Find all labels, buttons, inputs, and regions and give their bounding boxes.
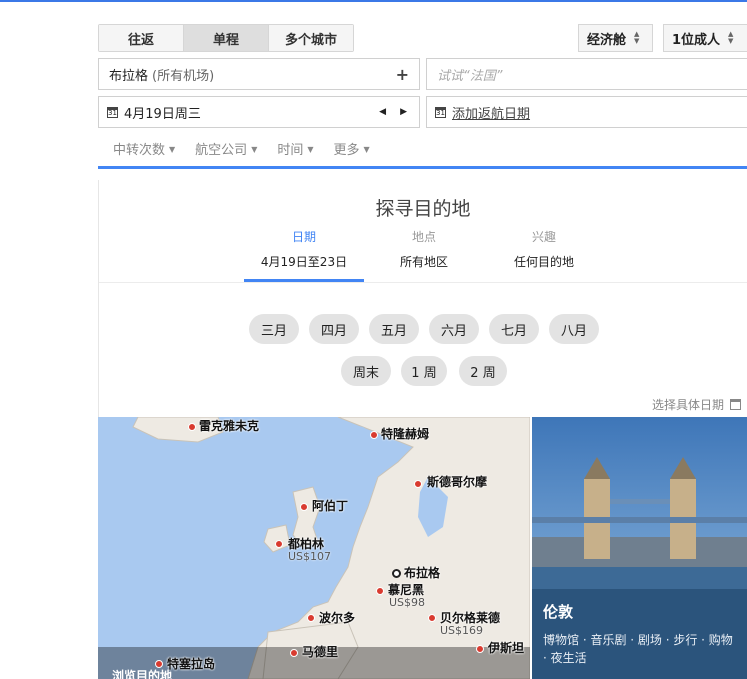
map-marker[interactable] [275,540,283,548]
cabin-class-select[interactable]: 经济舱 ▲ ▼ [578,24,653,52]
updown-arrows-icon: ▲ ▼ [634,30,640,45]
explore-title: 探寻目的地 [375,198,471,220]
origin-field[interactable]: 布拉格 (所有机场) + [98,58,420,90]
tab-divider [99,282,747,283]
duration-chip[interactable]: 2 周 [459,356,507,386]
origin-marker-icon [392,569,401,578]
chevron-down-icon: ▼ [307,145,314,154]
calendar-icon: 31 [107,106,118,118]
map-city-label[interactable]: 特塞拉岛 [167,655,215,672]
explore-panel: 探寻目的地 日期 4月19日至23日 地点 所有地区 兴趣 任何目的地 三月 四… [98,180,747,417]
add-return-date-link[interactable]: 添加返航日期 [452,103,530,122]
add-origin-plus-icon[interactable]: + [396,65,409,84]
tab-interests-label: 兴趣 [531,230,556,244]
tab-places[interactable]: 地点 所有地区 [364,228,484,270]
month-chip[interactable]: 三月 [249,314,299,344]
trip-type-selector: 往返 单程 多个城市 [98,24,354,52]
map-marker[interactable] [307,614,315,622]
next-date-icon[interactable]: ▶ [400,107,407,117]
map-marker[interactable] [414,480,422,488]
depart-date-value: 4月19日周三 [124,106,201,122]
map-city-label[interactable]: 特隆赫姆 [381,425,429,442]
month-chip[interactable]: 八月 [549,314,599,344]
results-divider [98,166,747,169]
filter-times[interactable]: 时间 ▼ [277,139,313,158]
map-origin-label: 布拉格 [404,566,441,580]
cabin-class-label: 经济舱 [587,32,627,48]
card-city-name: 伦敦 [543,603,574,621]
duration-chip[interactable]: 1 周 [401,356,447,386]
tab-places-label: 地点 [411,230,436,244]
chevron-down-icon: ▼ [363,145,370,154]
map-price-label: US$107 [288,550,332,563]
map-price-label: US$169 [440,624,484,637]
month-chip[interactable]: 五月 [369,314,419,344]
map-marker[interactable] [188,423,196,431]
map-city-label[interactable]: 波尔多 [319,609,355,626]
depart-date-field[interactable]: 31 4月19日周三 ◀ ▶ [98,96,420,128]
prev-date-icon[interactable]: ◀ [379,107,386,117]
passengers-label: 1位成人 [672,32,721,48]
month-chip[interactable]: 四月 [309,314,359,344]
map-city-label[interactable]: 斯德哥尔摩 [427,473,487,490]
map-city-label[interactable]: 雷克雅未克 [199,417,259,434]
map-marker[interactable] [476,645,484,653]
filter-stops[interactable]: 中转次数 ▼ [113,139,175,158]
filter-more[interactable]: 更多 ▼ [334,139,370,158]
origin-city: 布拉格 [109,68,149,84]
tab-dates[interactable]: 日期 4月19日至23日 [244,228,364,270]
pick-specific-dates[interactable]: 选择具体日期 [652,396,741,413]
browse-destinations-link[interactable]: 浏览目的地 [112,667,172,679]
destination-card-london[interactable]: 伦敦 博物馆 · 音乐剧 · 剧场 · 步行 · 购物 · 夜生活 [532,417,747,679]
map-city-label[interactable]: 阿伯丁 [312,497,348,514]
card-interests: 博物馆 · 音乐剧 · 剧场 · 步行 · 购物 · 夜生活 [543,633,733,665]
filter-airlines[interactable]: 航空公司 ▼ [195,139,257,158]
updown-arrows-icon: ▲ ▼ [728,30,734,45]
map-city-label[interactable]: 马德里 [302,643,338,660]
origin-detail: (所有机场) [152,68,215,84]
month-chip[interactable]: 六月 [429,314,479,344]
tab-dates-value: 4月19日至23日 [260,255,348,269]
map-price-label: US$98 [389,596,426,609]
destination-map[interactable]: 雷克雅未克 特隆赫姆 斯德哥尔摩 阿伯丁 都柏林 US$107 布拉格 慕尼黑 … [98,417,530,679]
return-date-field[interactable]: 31 添加返航日期 [426,96,747,128]
map-marker[interactable] [428,614,436,622]
tab-dates-label: 日期 [291,230,316,244]
map-marker[interactable] [376,587,384,595]
trip-type-oneway[interactable]: 单程 [184,25,269,51]
trip-type-roundtrip[interactable]: 往返 [99,25,184,51]
map-city-label[interactable]: 伊斯坦 [488,639,524,656]
passengers-select[interactable]: 1位成人 ▲ ▼ [663,24,747,52]
filter-bar: 中转次数 ▼ 航空公司 ▼ 时间 ▼ 更多 ▼ [113,139,370,158]
month-chip[interactable]: 七月 [489,314,539,344]
calendar-icon: 31 [435,106,446,118]
destination-placeholder: 试试“法国” [437,68,503,84]
tab-interests[interactable]: 兴趣 任何目的地 [484,228,604,270]
map-marker[interactable] [300,503,308,511]
tab-places-value: 所有地区 [399,255,448,269]
map-marker[interactable] [370,431,378,439]
duration-chip[interactable]: 周末 [341,356,391,386]
chevron-down-icon: ▼ [251,145,258,154]
top-accent-line [0,0,747,2]
chevron-down-icon: ▼ [169,145,176,154]
tab-interests-value: 任何目的地 [513,255,574,269]
destination-field[interactable]: 试试“法国” [426,58,747,90]
trip-type-multicity[interactable]: 多个城市 [269,25,353,51]
map-marker[interactable] [290,649,298,657]
calendar-icon [730,399,741,410]
